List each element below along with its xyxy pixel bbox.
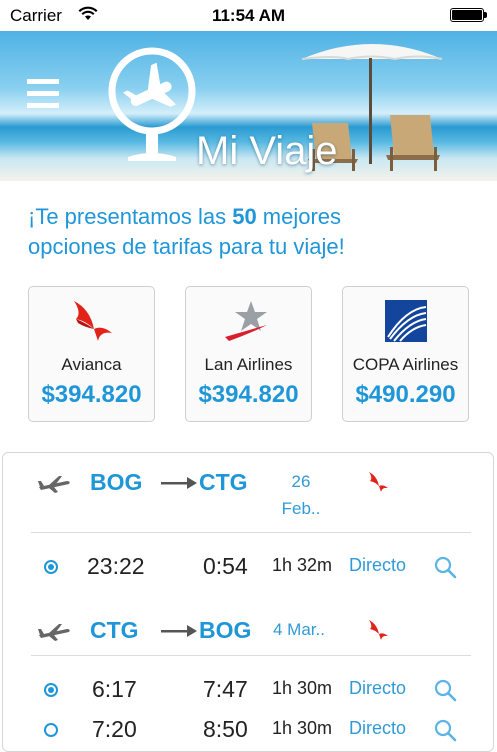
flights-panel: BOG CTG 26 Feb.. 23:22 0:54 1h 32m Direc… [2,452,494,752]
date-month: Feb.. [281,499,321,518]
flight-duration: 1h 32m [272,555,333,575]
departure-time: 7:20 [92,716,137,742]
airline-card-copa[interactable]: COPA Airlines $490.290 [342,286,469,422]
flight-type: Directo [349,678,407,698]
radio-button-selected[interactable] [44,560,58,574]
hamburger-icon-bar [27,103,59,108]
intro-suffix: mejores [256,204,342,229]
divider [31,655,471,656]
arrival-time: 8:50 [203,716,248,742]
status-bar: Carrier 11:54 AM [0,0,497,31]
departure-time: 23:22 [87,553,145,579]
airline-price: $394.820 [198,381,299,408]
flight-duration: 1h 30m [272,718,333,738]
app-title: Mi Viaje [196,129,338,173]
origin-code: CTG [90,617,139,643]
destination-code: BOG [199,617,252,643]
intro-prefix: ¡Te presentamos las [28,204,233,229]
clock: 11:54 AM [211,6,286,25]
arrow-right-icon [161,625,197,637]
departure-time: 6:17 [92,676,137,702]
globe-plane-logo [108,47,196,161]
header-banner: Mi Viaje [0,31,497,181]
menu-button[interactable] [27,79,59,109]
radio-button-selected[interactable] [44,683,58,697]
search-icon[interactable] [433,718,457,742]
arrival-time: 7:47 [203,676,248,702]
airline-name: Avianca [61,355,122,374]
departure-date: 26 Feb.. [273,468,329,522]
origin-code: BOG [90,469,143,495]
battery-icon [450,8,487,22]
copa-logo-icon [343,299,468,347]
hamburger-icon-bar [27,91,59,96]
airline-name: COPA Airlines [352,355,459,374]
flight-option-return-1[interactable]: 6:17 7:47 1h 30m Directo [3,672,493,708]
avianca-mini-icon [369,620,388,640]
airline-name: Lan Airlines [204,355,293,374]
flight-duration: 1h 30m [272,678,333,698]
flight-option-return-2[interactable]: 7:20 8:50 1h 30m Directo [3,712,493,748]
destination-code: CTG [199,469,248,495]
airline-price: $490.290 [355,381,456,408]
arrival-time: 0:54 [203,553,248,579]
return-date: 4 Mar.. [273,620,325,639]
radio-button-unselected[interactable] [44,723,58,737]
avianca-mini-icon [369,472,388,492]
results-count: 50 [232,204,257,229]
divider [31,532,471,533]
flight-type: Directo [349,718,407,738]
date-day: 26 [291,472,311,491]
hamburger-icon [27,79,59,84]
intro-text: ¡Te presentamos las 50 mejores opciones … [28,202,478,262]
route-header-outbound: BOG CTG 26 Feb.. [3,467,493,527]
flight-option-outbound-1[interactable]: 23:22 0:54 1h 32m Directo [3,549,493,585]
lan-logo-icon [186,299,311,347]
airline-price: $394.820 [41,381,142,408]
airline-card-lan[interactable]: Lan Airlines $394.820 [185,286,312,422]
airline-card-avianca[interactable]: Avianca $394.820 [28,286,155,422]
avianca-logo-icon [29,299,154,347]
airplane-icon [38,624,70,641]
route-header-return: CTG BOG 4 Mar.. [3,613,493,673]
arrow-right-icon [161,477,197,489]
airplane-icon [38,476,70,493]
flight-type: Directo [349,555,407,575]
intro-line2: opciones de tarifas para tu viaje! [28,234,345,259]
search-icon[interactable] [433,678,457,702]
search-icon[interactable] [433,555,457,579]
